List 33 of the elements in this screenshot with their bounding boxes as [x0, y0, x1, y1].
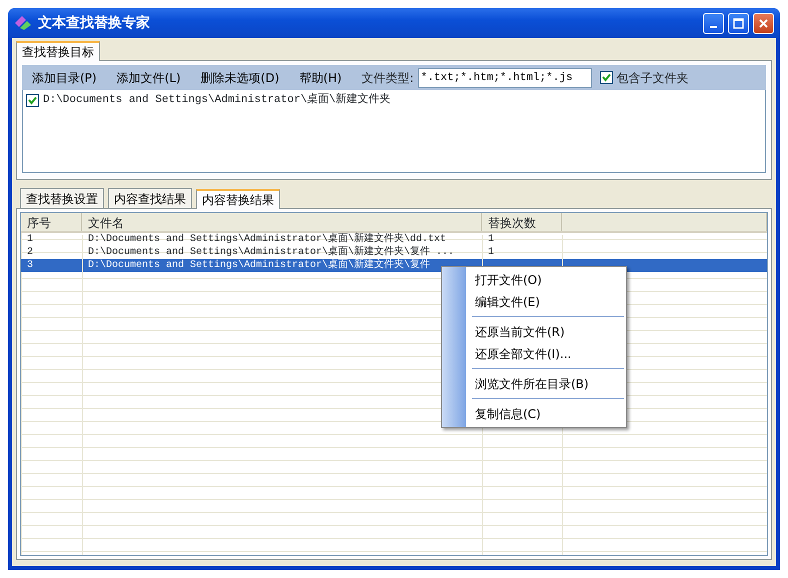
tab[interactable]: 内容查找结果: [108, 188, 192, 208]
close-button[interactable]: [753, 12, 774, 34]
menu-item[interactable]: 编辑文件(E): [442, 291, 624, 313]
checkbox[interactable]: [26, 94, 39, 107]
folder-path: D:\Documents and Settings\Administrator\桌面\新建文件夹: [43, 92, 391, 108]
menu-item[interactable]: 浏览文件所在目录(B): [442, 373, 624, 395]
toolbar-button[interactable]: 删除未选项(D): [200, 68, 290, 86]
table-row[interactable]: 1 D:\Documents and Settings\Administrator\桌面\新建文件夹\dd.txt 1: [21, 233, 767, 246]
toolbar-button[interactable]: 添加文件(L): [116, 68, 191, 86]
file-type-label: 文件类型:: [362, 70, 414, 86]
maximize-icon: [733, 18, 744, 28]
file-type-field[interactable]: *.txt;*.htm;*.html;*.js: [418, 68, 592, 88]
checkbox[interactable]: [600, 71, 613, 84]
close-icon: [758, 18, 769, 28]
checkbox-label: 包含子文件夹: [616, 70, 689, 86]
app-icon: [14, 15, 32, 31]
column-header[interactable]: 替换次数: [482, 213, 562, 231]
column-header[interactable]: 序号: [21, 213, 82, 231]
column-header[interactable]: 文件名: [82, 213, 482, 231]
tab[interactable]: 查找替换设置: [20, 188, 104, 208]
toolbar-button[interactable]: 帮助(H): [299, 68, 352, 86]
tab[interactable]: 内容替换结果: [196, 189, 280, 209]
maximize-button[interactable]: [728, 12, 749, 34]
minimize-icon: [710, 26, 717, 28]
window-title: 文本查找替换专家: [38, 14, 150, 32]
toolbar-button[interactable]: 添加目录(P): [32, 68, 107, 86]
tab[interactable]: 查找替换目标: [16, 41, 100, 61]
table-row[interactable]: 2 D:\Documents and Settings\Administrator\桌面\新建文件夹\复件 ... 1: [21, 246, 767, 259]
menu-item[interactable]: 复制信息(C): [442, 403, 624, 425]
minimize-button[interactable]: [703, 12, 724, 34]
menu-item[interactable]: 打开文件(O): [442, 269, 624, 291]
menu-item[interactable]: 还原当前文件(R): [442, 321, 624, 343]
menu-item[interactable]: 还原全部文件(I)...: [442, 343, 624, 365]
